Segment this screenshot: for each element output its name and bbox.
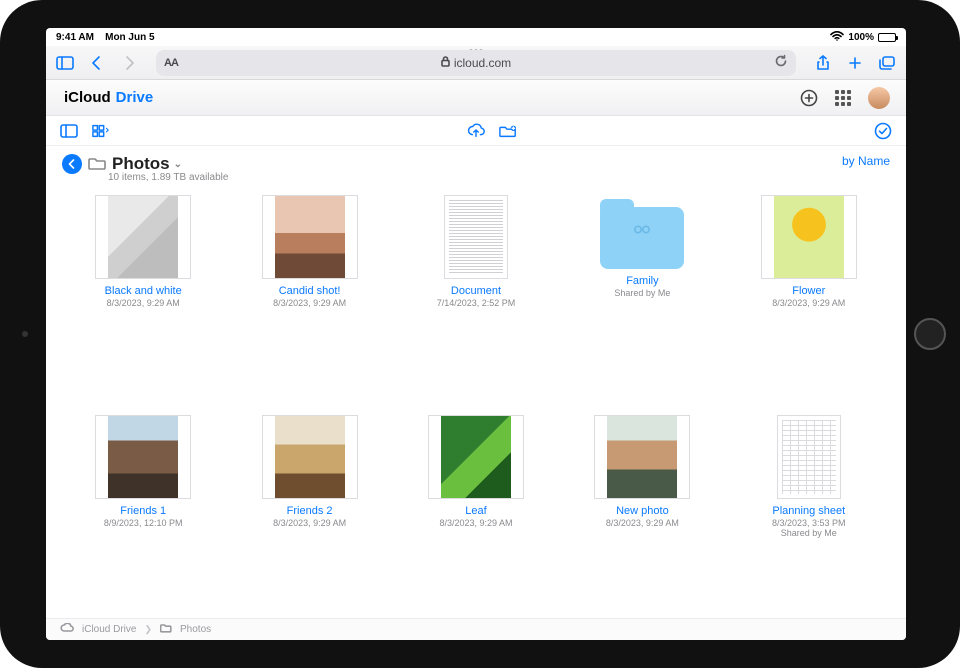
file-name: Flower [792,285,825,297]
file-item[interactable]: Candid shot!8/3/2023, 9:29 AM [230,195,388,389]
reload-button[interactable] [774,54,788,71]
panel-toggle-button[interactable] [60,122,78,140]
icloud-header: iCloud Drive [46,80,906,116]
tabs-button[interactable] [876,52,898,74]
photo-thumb [262,195,358,279]
share-button[interactable] [812,52,834,74]
sort-button[interactable]: by Name [842,154,890,168]
icloud-logo[interactable]: iCloud Drive [62,89,153,106]
status-right: 100% [830,31,896,44]
file-meta: 8/9/2023, 12:10 PM [104,518,183,528]
photo-thumb [428,415,524,499]
chevron-right-icon: ❯ [144,624,152,635]
folder-subtitle: 10 items, 1.89 TB available [108,172,244,183]
new-tab-button[interactable] [844,52,866,74]
text-size-button[interactable]: AA [164,57,178,69]
file-meta: 8/3/2023, 9:29 AM [772,298,845,308]
nav-back-button[interactable] [86,52,108,74]
file-name: Candid shot! [279,285,341,297]
file-meta: 8/3/2023, 9:29 AM [273,518,346,528]
wifi-icon [830,31,844,44]
chevron-down-icon: ⌄ [174,159,182,170]
folder-icon [160,623,172,636]
add-button[interactable] [800,89,818,107]
battery-percent: 100% [848,32,874,43]
folder-thumb [594,195,690,269]
status-left: 9:41 AM Mon Jun 5 [56,32,155,43]
file-meta: 8/3/2023, 9:29 AM [273,298,346,308]
location-header: Photos ⌄ 10 items, 1.89 TB available by … [46,146,906,187]
photo-thumb [95,195,191,279]
status-time: 9:41 AM [56,32,94,43]
status-bar: 9:41 AM Mon Jun 5 100% [46,28,906,46]
file-item[interactable]: Leaf8/3/2023, 9:29 AM [397,415,555,619]
photo-thumb [761,195,857,279]
folder-title[interactable]: Photos ⌄ [112,154,182,174]
file-name: Planning sheet [772,505,845,517]
spreadsheet-thumb [777,415,841,499]
breadcrumb-root[interactable]: iCloud Drive [82,624,136,635]
file-meta: 8/3/2023, 9:29 AM [107,298,180,308]
folder-title-text: Photos [112,154,170,174]
file-meta: 7/14/2023, 2:52 PM [437,298,516,308]
photo-thumb [594,415,690,499]
file-meta: 8/3/2023, 3:53 PM [772,518,846,528]
document-thumb [444,195,508,279]
view-options-button[interactable] [92,122,110,140]
file-item[interactable]: New photo8/3/2023, 9:29 AM [563,415,721,619]
file-meta-secondary: Shared by Me [781,528,837,538]
section-label: Drive [116,89,154,106]
file-name: New photo [616,505,669,517]
upload-button[interactable] [467,122,485,140]
url-text: icloud.com [454,56,511,70]
sidebar-toggle-button[interactable] [54,52,76,74]
file-item[interactable]: Friends 18/9/2023, 12:10 PM [64,415,222,619]
account-avatar[interactable] [868,87,890,109]
status-date: Mon Jun 5 [105,32,154,43]
cloud-icon [60,623,74,636]
file-item[interactable]: Black and white8/3/2023, 9:29 AM [64,195,222,389]
file-meta: Shared by Me [614,288,670,298]
file-item[interactable]: FamilyShared by Me [563,195,721,389]
file-name: Black and white [105,285,182,297]
file-name: Friends 1 [120,505,166,517]
file-grid: Black and white8/3/2023, 9:29 AMCandid s… [46,187,906,618]
photo-thumb [95,415,191,499]
file-item[interactable]: Document7/14/2023, 2:52 PM [397,195,555,389]
safari-toolbar: AA icloud.com [46,46,906,80]
breadcrumb-bar: iCloud Drive ❯ Photos [46,618,906,640]
screen: 9:41 AM Mon Jun 5 100% [46,28,906,640]
file-meta: 8/3/2023, 9:29 AM [606,518,679,528]
drive-toolbar [46,116,906,146]
folder-icon [88,156,106,173]
file-name: Leaf [465,505,486,517]
file-name: Friends 2 [287,505,333,517]
home-button[interactable] [914,318,946,350]
brand-label: iCloud [64,89,111,106]
ipad-frame: 9:41 AM Mon Jun 5 100% [0,0,960,668]
breadcrumb-leaf[interactable]: Photos [180,624,211,635]
file-name: Document [451,285,501,297]
lock-icon [441,56,450,70]
file-meta: 8/3/2023, 9:29 AM [439,518,512,528]
photo-thumb [262,415,358,499]
back-button[interactable] [62,154,82,174]
select-button[interactable] [874,122,892,140]
device-camera [22,331,28,337]
url-bar[interactable]: AA icloud.com [156,50,796,76]
file-item[interactable]: Flower8/3/2023, 9:29 AM [730,195,888,389]
nav-forward-button[interactable] [118,52,140,74]
apps-grid-button[interactable] [834,89,852,107]
shared-icon [627,222,657,247]
file-name: Family [626,275,658,287]
new-folder-button[interactable] [499,122,517,140]
battery-icon [878,33,896,42]
file-item[interactable]: Friends 28/3/2023, 9:29 AM [230,415,388,619]
file-item[interactable]: Planning sheet8/3/2023, 3:53 PMShared by… [730,415,888,619]
